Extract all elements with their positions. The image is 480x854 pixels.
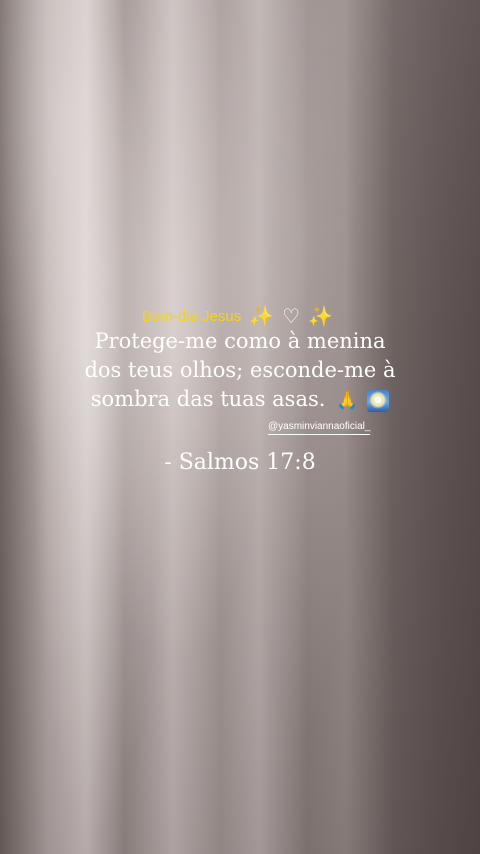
night-sky-icon [367, 389, 390, 412]
verse-line-2: dos teus olhos; esconde-me à [84, 358, 396, 382]
praying-hands-icon: 🙏 [336, 390, 359, 411]
sparkles-icon: ✨ [308, 304, 333, 328]
sparkles-icon: ✨ [249, 304, 275, 328]
user-mention-handle[interactable]: @yasminviannaoficial_ [268, 421, 371, 435]
greeting-text: Bom-dia Jesus [142, 307, 242, 325]
verse-line-3-wrapper: sombra das tuas asas. 🙏 [0, 385, 480, 415]
verse-line-1: Protege-me como à menina [94, 329, 386, 353]
greeting-sticker: Bom-dia Jesus ✨ ♡ ✨ [142, 306, 333, 326]
story-text-overlay: Bom-dia Jesus ✨ ♡ ✨ Protege-me como à me… [0, 0, 480, 854]
white-heart-icon: ♡ [282, 304, 301, 328]
verse-reference: - Salmos 17:8 [164, 450, 316, 475]
verse-line-3: sombra das tuas asas. [90, 387, 326, 411]
bible-verse: Protege-me como à menina dos teus olhos;… [0, 327, 480, 415]
